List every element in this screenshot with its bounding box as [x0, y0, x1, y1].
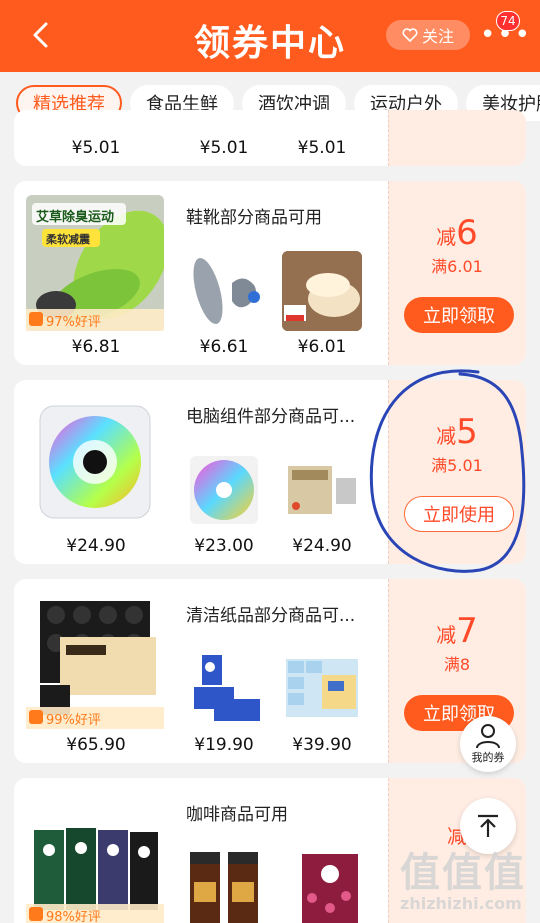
thumbs-up-icon — [29, 907, 43, 921]
product-thumb-slipper[interactable] — [282, 251, 362, 331]
product-thumb-fan[interactable] — [184, 450, 264, 530]
claim-button[interactable]: 立即领取 — [404, 297, 514, 333]
product-price: ¥6.81 — [71, 337, 121, 357]
arrow-up-icon — [478, 814, 498, 837]
fan-thumb-image — [190, 456, 258, 524]
product-price: ¥65.90 — [66, 735, 126, 755]
discount-amount: 减6 — [436, 213, 478, 253]
thermal-pad-image — [288, 466, 356, 514]
review-text: 97%好评 — [46, 314, 101, 330]
follow-button[interactable]: 关注 — [386, 20, 470, 50]
notification-badge: 74 — [496, 11, 520, 31]
tissue-pack-image — [286, 659, 358, 717]
coffee-jars-image — [190, 852, 258, 923]
annotation-circle — [369, 369, 526, 573]
coupon-card-partial: ¥5.01 ¥5.01 ¥5.01 — [14, 110, 526, 166]
tissue-blue-image — [194, 655, 260, 721]
product-thumb-tissue-pack[interactable] — [282, 649, 362, 729]
product-price: ¥23.00 — [194, 536, 254, 556]
product-image-subcaption: 柔软减震 — [46, 233, 90, 246]
coupon-title: 鞋靴部分商品可用 — [186, 208, 322, 228]
watermark: 值值值 zhizhizhi.com — [400, 840, 540, 913]
my-coupons-label: 我的券 — [471, 751, 505, 764]
product-thumb-thermal[interactable] — [282, 450, 362, 530]
product-price: ¥5.01 — [199, 138, 249, 158]
review-badge: 99%好评 — [26, 707, 164, 729]
product-price: ¥5.01 — [71, 138, 121, 158]
review-text: 98%好评 — [46, 909, 101, 923]
thumbs-up-icon — [29, 710, 43, 724]
product-image-caption: 艾草除臭运动 — [36, 210, 115, 225]
coffee-bag-image — [302, 854, 358, 923]
coupon-title: 电脑组件部分商品可... — [186, 407, 356, 427]
thumbs-up-icon — [29, 312, 43, 326]
product-price: ¥6.61 — [199, 337, 249, 357]
coupon-title: 咖啡商品可用 — [186, 805, 288, 825]
coupon-card-paper[interactable]: 99%好评 ¥65.90 清洁纸品部分商品可... ¥19.90 ¥39.90 … — [14, 579, 526, 763]
coupon-panel: 减6 满6.01 立即领取 — [388, 181, 526, 365]
insole-thumb-image — [193, 258, 260, 324]
product-price: ¥19.90 — [194, 735, 254, 755]
review-badge: 98%好评 — [26, 904, 164, 923]
product-price: ¥5.01 — [297, 138, 347, 158]
follow-label: 关注 — [421, 27, 454, 46]
rgb-fan-image — [39, 405, 151, 519]
review-text: 99%好评 — [46, 712, 101, 728]
discount-threshold: 满6.01 — [431, 257, 483, 276]
product-price: ¥39.90 — [292, 735, 352, 755]
product-thumb-tissue-blue[interactable] — [184, 649, 264, 729]
discount-amount: 减7 — [436, 611, 478, 651]
product-thumb-coffee-bag[interactable] — [282, 848, 362, 923]
slipper-thumb-image — [282, 251, 362, 331]
product-price: ¥24.90 — [292, 536, 352, 556]
watermark-logo: 值值值 — [400, 850, 526, 896]
coupon-title: 清洁纸品部分商品可... — [186, 606, 356, 626]
header-bar: 领券中心 关注 ••• 74 — [0, 0, 540, 72]
heart-icon — [402, 28, 418, 43]
product-price: ¥24.90 — [66, 536, 126, 556]
user-icon — [476, 724, 500, 749]
my-coupons-button[interactable]: 我的券 — [460, 716, 516, 772]
watermark-url: zhizhizhi.com — [400, 894, 522, 913]
product-price: ¥6.01 — [297, 337, 347, 357]
discount-threshold: 满8 — [443, 655, 471, 674]
product-thumb-coffee-jars[interactable] — [184, 848, 264, 923]
review-badge: 97%好评 — [26, 309, 164, 331]
product-image-fan[interactable] — [26, 394, 164, 530]
coupon-card-shoes[interactable]: 艾草除臭运动 柔软减震 97%好评 ¥6.81 鞋靴部分商品可用 ¥6.61 ¥… — [14, 181, 526, 365]
product-thumb-insole[interactable] — [184, 251, 264, 331]
